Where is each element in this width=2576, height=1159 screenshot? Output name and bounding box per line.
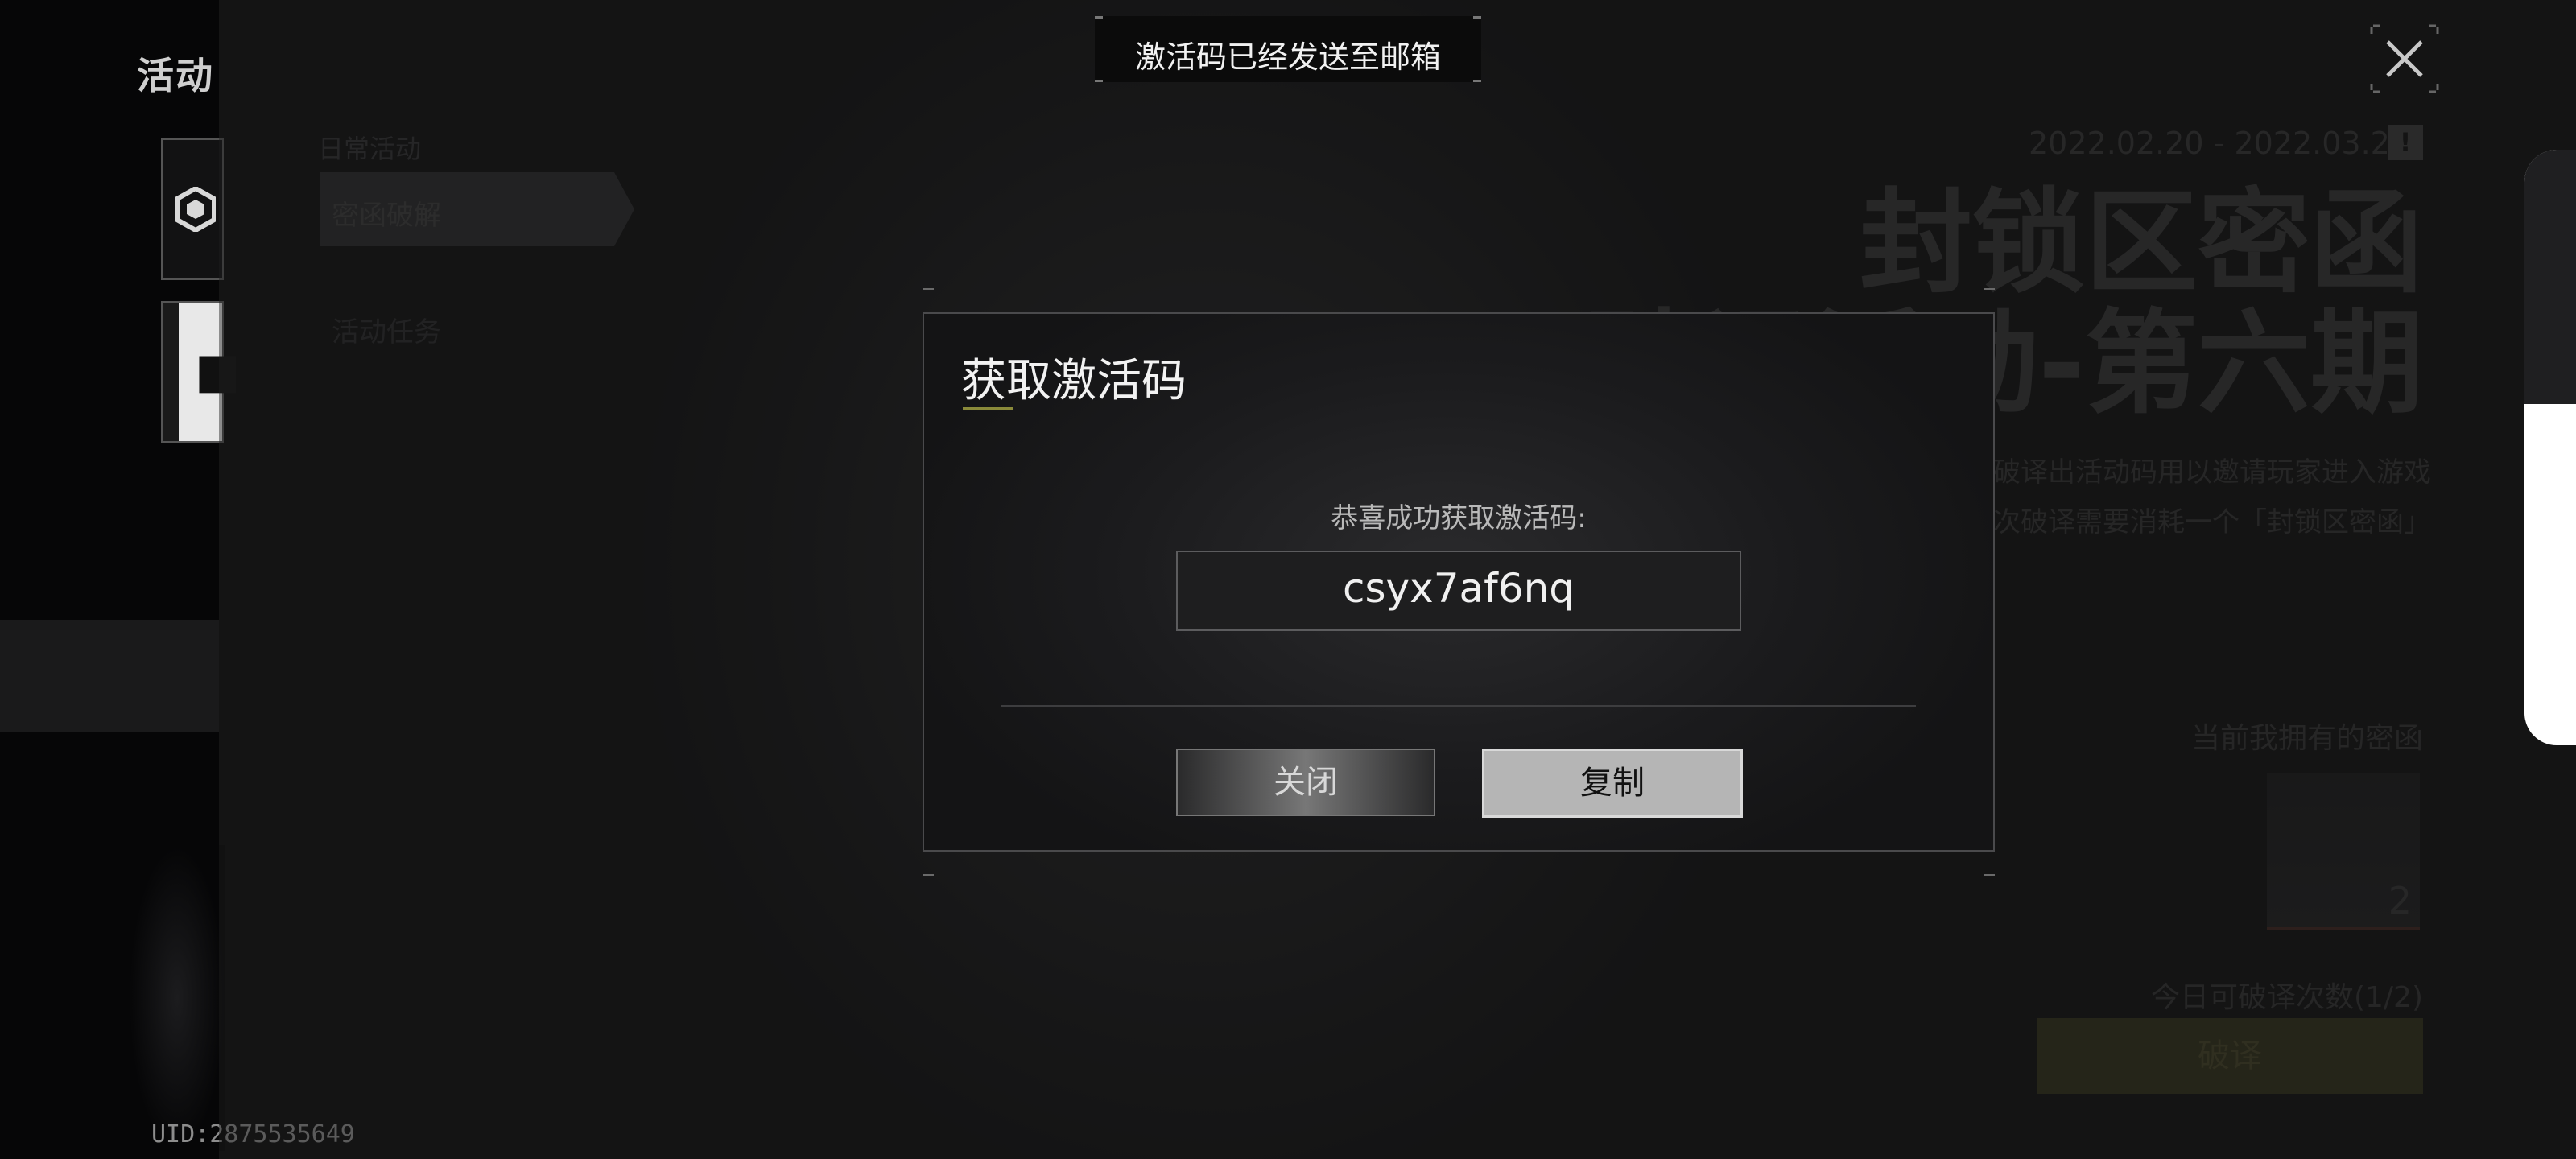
title-accent (963, 407, 1013, 410)
activation-code-dialog: 获取激活码 恭喜成功获取激活码: csyx7af6nq 关闭 复制 (923, 288, 1995, 876)
side-drawer-handle[interactable] (2524, 150, 2576, 745)
side-tab-2[interactable]: ■ (161, 301, 241, 443)
close-button[interactable] (2370, 24, 2439, 93)
side-tab-1[interactable] (161, 138, 224, 280)
activation-code-field[interactable]: csyx7af6nq (1176, 551, 1741, 631)
page-title: 活动 (137, 54, 214, 97)
divider (1001, 705, 1916, 707)
toast-message: 激活码已经发送至邮箱 (1134, 39, 1441, 75)
activation-code[interactable]: csyx7af6nq (1178, 565, 1740, 612)
toast-notification: 激活码已经发送至邮箱 (1095, 16, 1481, 82)
dialog-title: 获取激活码 (961, 355, 1187, 407)
dialog-subtitle: 恭喜成功获取激活码: (1331, 502, 1587, 534)
close-dialog-button[interactable]: 关闭 (1176, 749, 1435, 816)
close-icon (2370, 24, 2439, 93)
cube-emblem-icon (175, 187, 216, 232)
copy-button[interactable]: 复制 (1482, 749, 1743, 818)
